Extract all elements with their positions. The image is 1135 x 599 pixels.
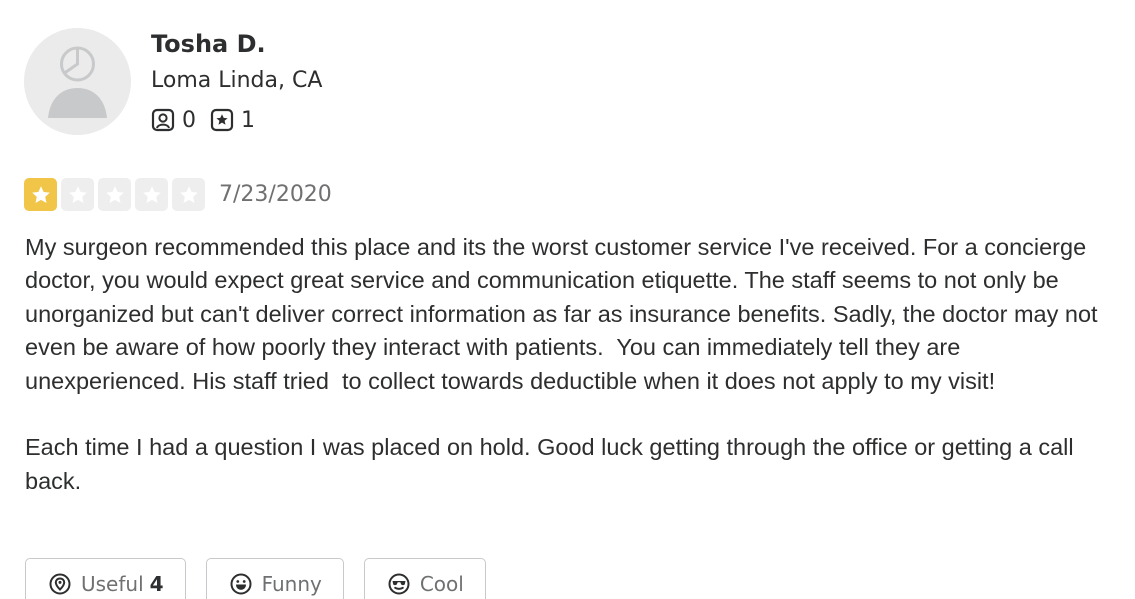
review-paragraph: Each time I had a question I was placed … [25, 434, 1081, 494]
reviewer-location: Loma Linda, CA [151, 68, 323, 93]
rating-row: 7/23/2020 [24, 178, 332, 211]
star-empty [98, 178, 131, 211]
reviewer-stats: 0 1 [151, 106, 269, 134]
reviews-count: 1 [241, 107, 255, 133]
cool-sunglasses-icon [388, 573, 410, 595]
reviews-stat: 1 [210, 108, 255, 133]
funny-button[interactable]: Funny [205, 558, 344, 599]
cool-button[interactable]: Cool [363, 558, 486, 599]
friends-count: 0 [182, 107, 196, 133]
star-icon [105, 185, 124, 203]
reviewer-name[interactable]: Tosha D. [151, 28, 266, 60]
reviews-star-icon [210, 108, 234, 132]
useful-icon [49, 573, 71, 595]
star-empty [172, 178, 205, 211]
star-rating [24, 178, 209, 211]
review-date: 7/23/2020 [219, 182, 332, 207]
cool-label: Cool [419, 572, 464, 596]
review-text: My surgeon recommended this place and it… [25, 231, 1125, 498]
default-user-icon [24, 28, 131, 135]
review-paragraph: My surgeon recommended this place and it… [25, 234, 1105, 394]
funny-label: Funny [261, 572, 322, 596]
star-icon [31, 185, 50, 203]
useful-count: 4 [149, 572, 164, 596]
friends-stat: 0 [151, 108, 196, 133]
star-empty [135, 178, 168, 211]
star-icon [68, 185, 87, 203]
star-empty [61, 178, 94, 211]
useful-button[interactable]: Useful 4 [25, 558, 186, 599]
avatar[interactable] [24, 28, 131, 135]
funny-face-icon [230, 573, 252, 595]
star-icon [142, 185, 161, 203]
star-filled [24, 178, 57, 211]
useful-label: Useful [81, 572, 144, 596]
star-icon [179, 185, 198, 203]
review-card: Tosha D. Loma Linda, CA 0 1 7/23/2020 My… [0, 0, 1135, 599]
friends-icon [151, 108, 175, 132]
reaction-buttons: Useful 4 Funny Cool [25, 558, 506, 599]
